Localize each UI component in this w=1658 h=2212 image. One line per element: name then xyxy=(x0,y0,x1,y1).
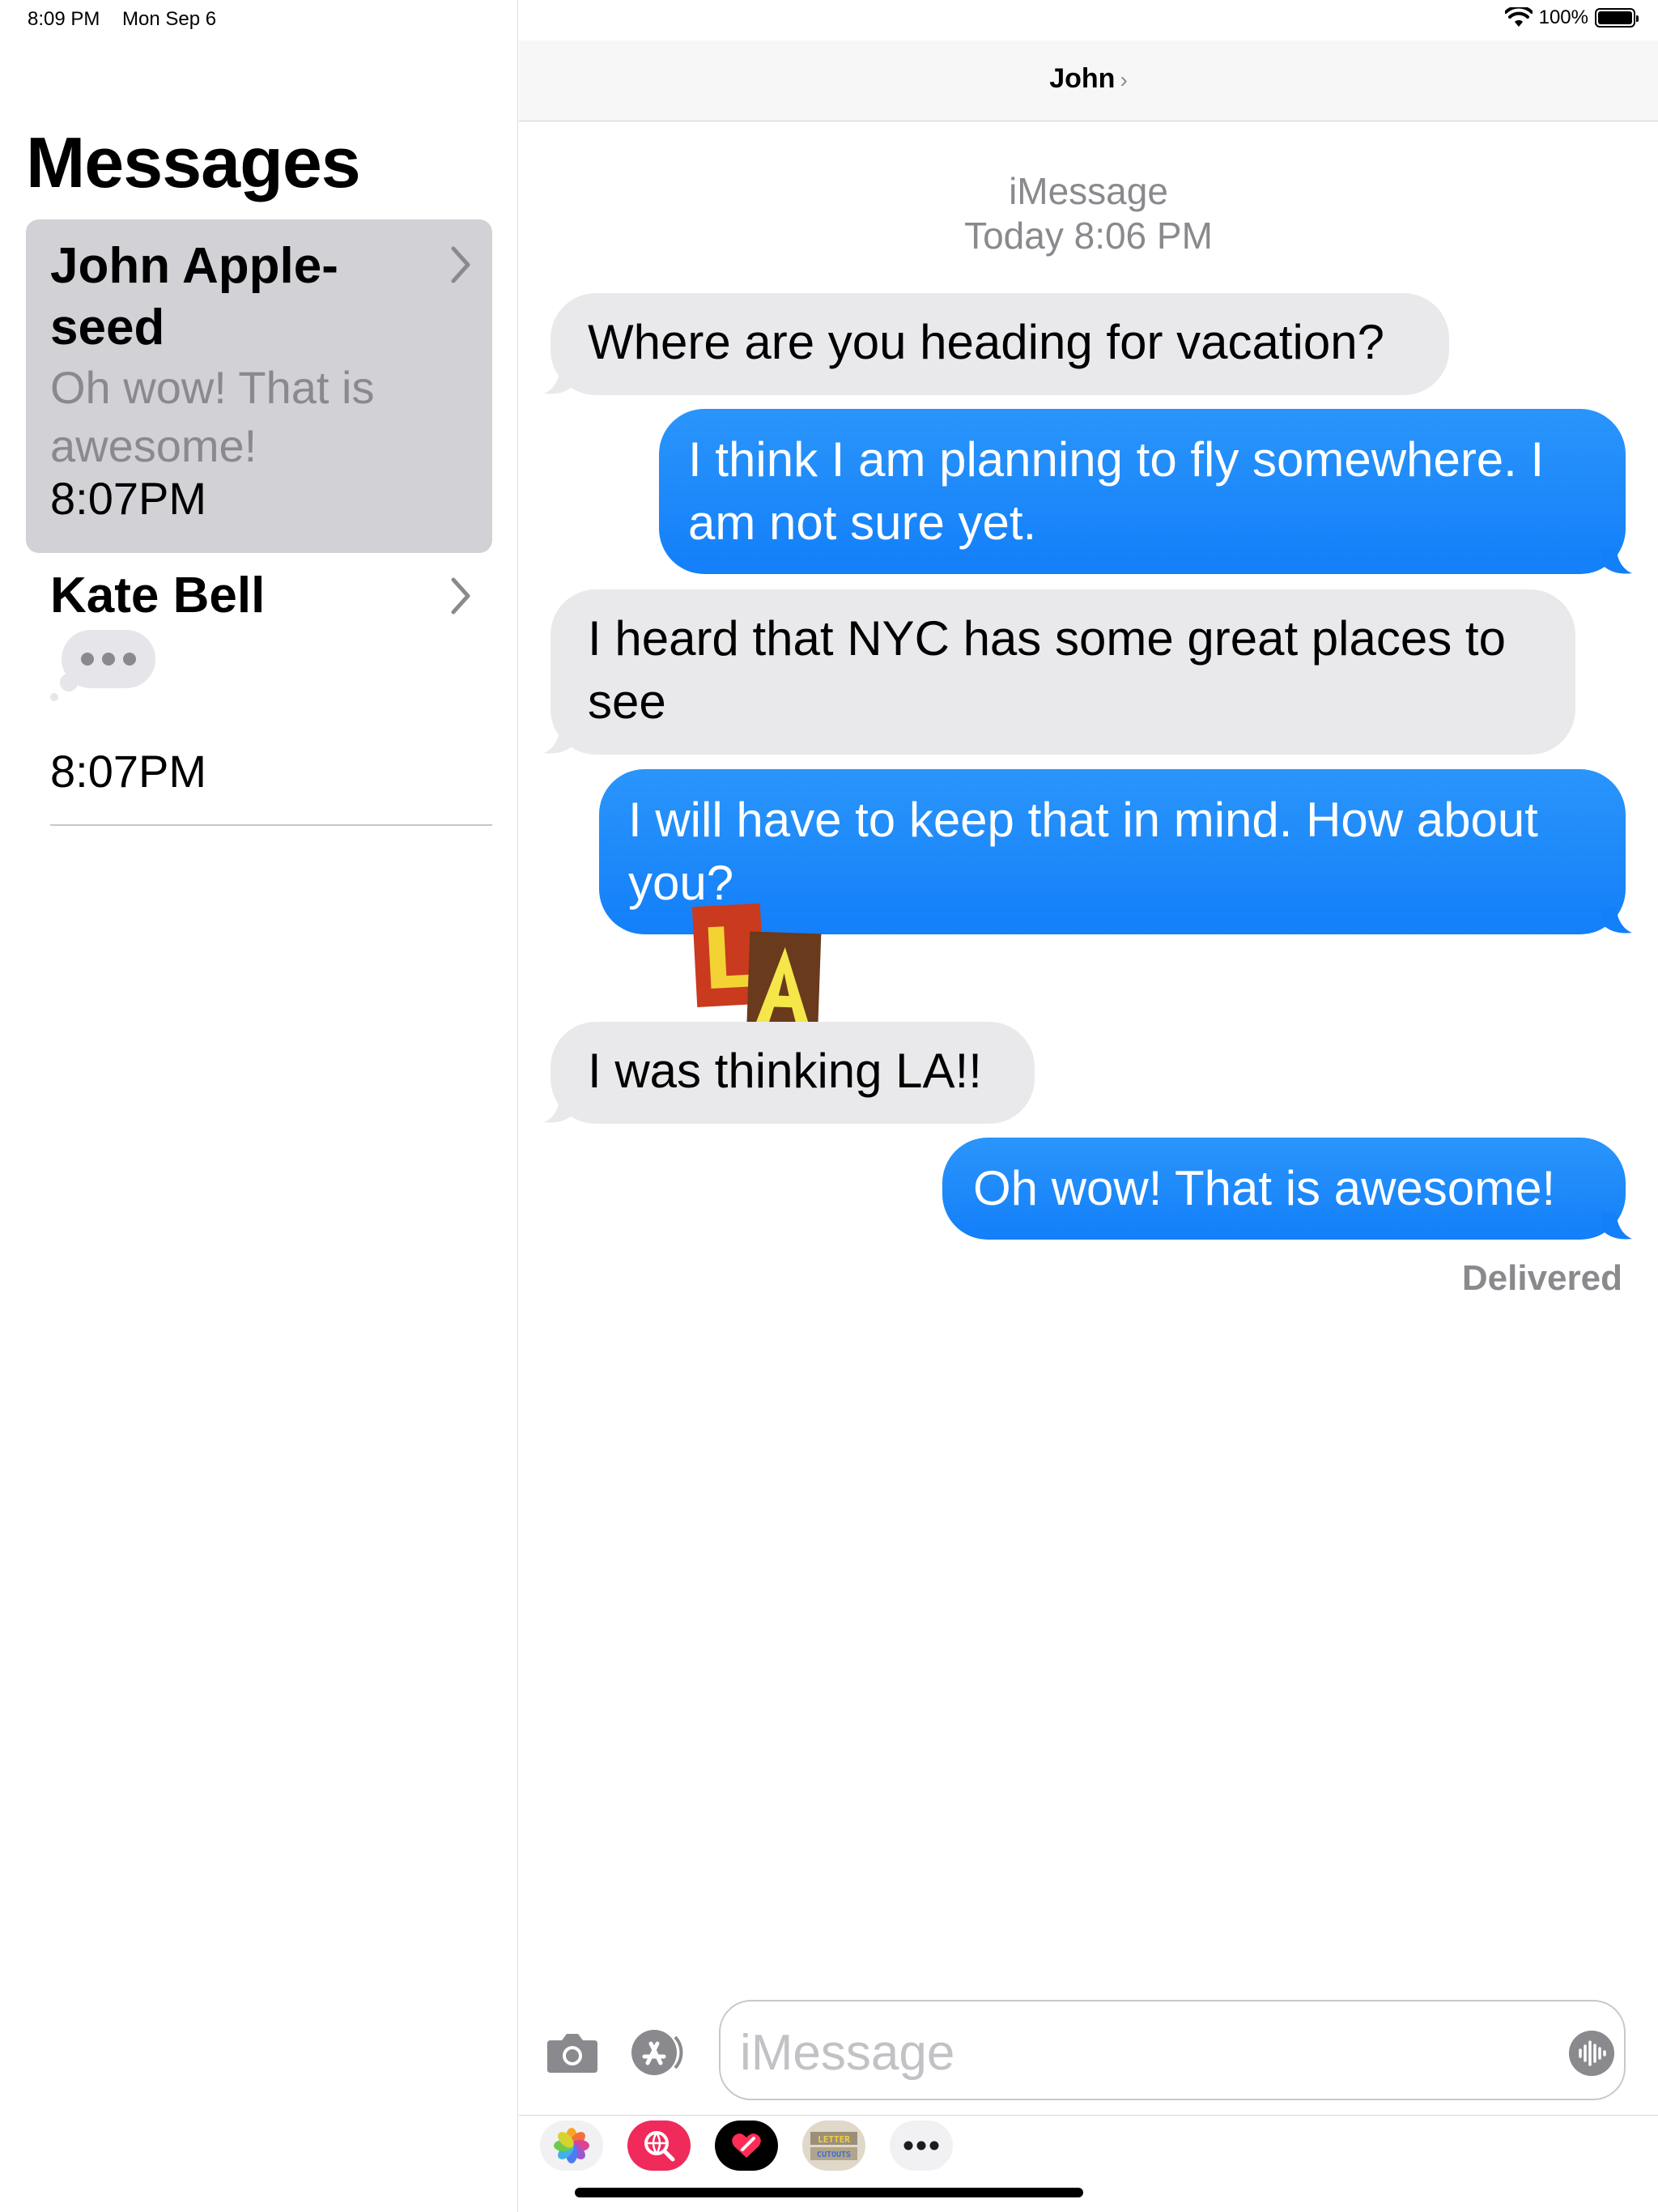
message-bubble-incoming[interactable]: I was thinking LA!! xyxy=(551,1022,1035,1124)
audio-waveform-icon[interactable] xyxy=(1569,2031,1614,2076)
status-bar: 8:09 PM Mon Sep 6 100% xyxy=(0,0,1658,40)
camera-icon[interactable] xyxy=(544,2024,601,2081)
typing-indicator-icon xyxy=(50,630,155,701)
message-bubble-incoming[interactable]: I heard that NYC has some great places t… xyxy=(551,589,1575,755)
letter-cutouts-app-button[interactable]: LETTER CUTOUTS xyxy=(802,2121,865,2171)
letter-cutouts-sticker[interactable]: L xyxy=(690,899,827,1036)
conversation-time: 8:07PM xyxy=(50,473,206,524)
bubble-tail xyxy=(544,1096,575,1123)
conversation-time: 8:07PM xyxy=(50,746,206,797)
message-text: Where are you heading for vacation? xyxy=(588,315,1384,369)
more-apps-icon xyxy=(903,2141,939,2150)
chevron-right-icon: › xyxy=(1120,67,1128,92)
message-text: I think I am planning to fly somewhere. … xyxy=(688,432,1545,550)
bubble-tail xyxy=(544,727,575,754)
more-apps-button[interactable] xyxy=(890,2121,953,2171)
conversation-preview: Oh wow! That is awesome! xyxy=(50,362,375,471)
photos-app-button[interactable] xyxy=(540,2121,603,2171)
app-drawer: LETTER CUTOUTS xyxy=(519,2115,1658,2183)
wifi-icon xyxy=(1504,7,1533,27)
service-label: iMessage xyxy=(1009,170,1168,212)
bubble-tail xyxy=(1601,907,1632,934)
photos-app-icon xyxy=(554,2128,589,2163)
letter-cutouts-label-bottom: CUTOUTS xyxy=(817,2150,851,2159)
status-time: 8:09 PM xyxy=(28,8,100,30)
message-text: Oh wow! That is awesome! xyxy=(973,1161,1556,1215)
message-input-placeholder: iMessage xyxy=(740,2025,955,2081)
conversation-sidebar: Messages John Apple-seed Oh wow! That is… xyxy=(0,0,518,2212)
chevron-right-icon xyxy=(451,577,470,615)
bubble-tail xyxy=(1601,1213,1632,1240)
home-indicator[interactable] xyxy=(575,2188,1083,2197)
battery-icon xyxy=(1595,8,1639,28)
message-bubble-incoming[interactable]: Where are you heading for vacation? xyxy=(551,293,1449,395)
conversation-kate-bell[interactable]: Kate Bell 8:07PM xyxy=(50,557,492,826)
web-images-app-button[interactable] xyxy=(627,2121,691,2171)
web-images-app-icon xyxy=(644,2131,675,2162)
battery-percent: 100% xyxy=(1538,6,1588,28)
letter-cutouts-app-icon: LETTER CUTOUTS xyxy=(810,2132,857,2160)
delivered-status: Delivered xyxy=(1461,1258,1622,1298)
message-text: I heard that NYC has some great places t… xyxy=(588,611,1506,729)
status-right: 100% xyxy=(1504,6,1639,29)
message-text: I will have to keep that in mind. How ab… xyxy=(628,793,1538,910)
bubble-tail xyxy=(1601,547,1632,574)
digital-touch-app-button[interactable] xyxy=(715,2121,778,2171)
conversation-name: Kate Bell xyxy=(50,568,266,623)
bubble-tail xyxy=(544,368,575,394)
digital-touch-app-icon xyxy=(732,2133,761,2158)
message-input[interactable]: iMessage xyxy=(719,2000,1626,2100)
contact-name-button[interactable]: John › xyxy=(519,63,1658,95)
chat-header: John › xyxy=(519,40,1658,121)
message-bubble-outgoing[interactable]: I think I am planning to fly somewhere. … xyxy=(659,409,1626,574)
conversation-name: John Apple-seed xyxy=(50,238,338,355)
conversation-john-appleseed[interactable]: John Apple-seed Oh wow! That is awesome!… xyxy=(26,219,492,553)
thread-timestamp: Today 8:06 PM xyxy=(964,215,1213,257)
letter-cutouts-label-top: LETTER xyxy=(818,2134,850,2145)
app-store-icon[interactable] xyxy=(628,2024,685,2081)
message-bubble-outgoing[interactable]: Oh wow! That is awesome! xyxy=(942,1138,1626,1240)
message-text: I was thinking LA!! xyxy=(588,1044,982,1098)
contact-name: John xyxy=(1049,63,1116,94)
status-date: Mon Sep 6 xyxy=(122,8,217,30)
sidebar-title: Messages xyxy=(26,122,361,202)
chevron-right-icon xyxy=(451,246,470,283)
